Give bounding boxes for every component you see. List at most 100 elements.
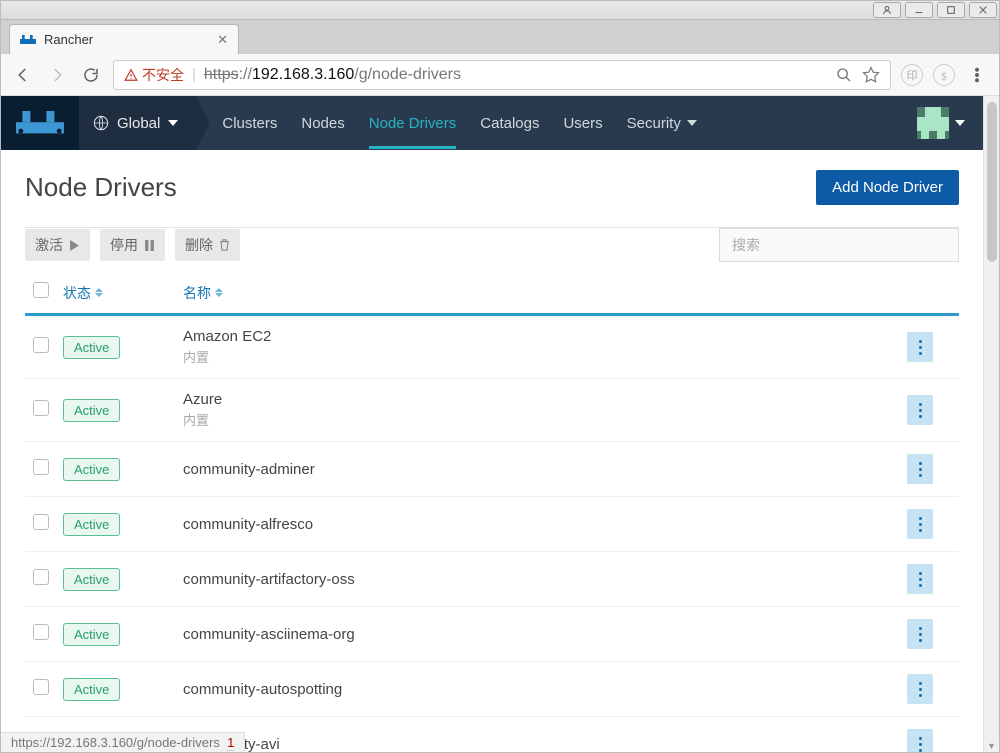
driver-name: community-avi — [183, 736, 907, 753]
driver-name: community-alfresco — [183, 516, 907, 533]
driver-name-cell: community-avi — [183, 736, 907, 753]
kebab-icon — [919, 462, 922, 477]
status-badge: Active — [63, 458, 120, 481]
back-button[interactable] — [11, 63, 35, 87]
table-row: Active community-autospotting — [25, 662, 959, 717]
deactivate-button[interactable]: 停用 — [100, 229, 165, 261]
extension-icon-1[interactable]: 印 — [901, 64, 923, 86]
browser-tab[interactable]: Rancher ✕ — [9, 24, 239, 54]
rancher-favicon-icon — [20, 32, 36, 48]
scope-label: Global — [117, 115, 160, 132]
row-actions-button[interactable] — [907, 509, 933, 539]
insecure-warning: 不安全 — [124, 65, 184, 85]
add-node-driver-button[interactable]: Add Node Driver — [816, 170, 959, 205]
row-actions-button[interactable] — [907, 454, 933, 484]
kebab-icon — [919, 737, 922, 752]
user-menu[interactable] — [917, 107, 983, 139]
select-all-checkbox[interactable] — [33, 282, 49, 298]
driver-name: community-adminer — [183, 461, 907, 478]
table-row: Active Amazon EC2 内置 — [25, 316, 959, 379]
driver-name: community-autospotting — [183, 681, 907, 698]
table-row: Active Azure 内置 — [25, 379, 959, 442]
reload-button[interactable] — [79, 63, 103, 87]
browser-tab-strip: Rancher ✕ — [1, 20, 999, 54]
status-badge: Active — [63, 399, 120, 422]
search-input[interactable] — [719, 228, 959, 262]
table-row: Active community-alfresco — [25, 497, 959, 552]
os-maximize-button[interactable] — [937, 2, 965, 18]
os-titlebar — [1, 1, 999, 20]
builtin-label: 内置 — [183, 410, 907, 429]
nav-node-drivers[interactable]: Node Drivers — [369, 98, 457, 149]
row-checkbox[interactable] — [33, 514, 49, 530]
status-badge: Active — [63, 678, 120, 701]
column-status[interactable]: 状态 — [63, 283, 183, 303]
sort-icon — [215, 288, 223, 297]
status-badge: 1 — [227, 735, 234, 751]
nav-nodes[interactable]: Nodes — [301, 98, 344, 149]
row-actions-button[interactable] — [907, 332, 933, 362]
row-checkbox[interactable] — [33, 400, 49, 416]
table-header: 状态 名称 — [25, 268, 959, 316]
trash-icon — [219, 239, 230, 251]
rancher-header: Global Clusters Nodes Node Drivers Catal… — [1, 96, 983, 150]
row-actions-button[interactable] — [907, 729, 933, 752]
driver-name-cell: Azure 内置 — [183, 391, 907, 429]
row-actions-button[interactable] — [907, 619, 933, 649]
forward-button[interactable] — [45, 63, 69, 87]
scroll-down-arrow[interactable]: ▼ — [984, 740, 999, 752]
bookmark-star-icon[interactable] — [862, 66, 880, 84]
delete-button[interactable]: 删除 — [175, 229, 240, 261]
os-close-button[interactable] — [969, 2, 997, 18]
scrollbar-thumb[interactable] — [987, 102, 997, 262]
os-minimize-button[interactable] — [905, 2, 933, 18]
chevron-down-icon — [687, 120, 697, 126]
chevron-down-icon — [955, 120, 965, 126]
driver-name: community-artifactory-oss — [183, 571, 907, 588]
table-row: Active community-asciinema-org — [25, 607, 959, 662]
driver-name-cell: community-asciinema-org — [183, 626, 907, 643]
sort-icon — [95, 288, 103, 297]
zoom-icon[interactable] — [836, 67, 852, 83]
nav-users[interactable]: Users — [563, 98, 602, 149]
driver-name: community-asciinema-org — [183, 626, 907, 643]
builtin-label: 内置 — [183, 347, 907, 366]
rancher-logo-icon[interactable] — [1, 96, 79, 150]
row-actions-button[interactable] — [907, 674, 933, 704]
tab-close-icon[interactable]: ✕ — [217, 32, 228, 48]
kebab-icon — [919, 627, 922, 642]
page-title: Node Drivers — [25, 172, 177, 203]
page-viewport: Global Clusters Nodes Node Drivers Catal… — [1, 96, 983, 752]
address-bar[interactable]: 不安全 | https://192.168.3.160/g/node-drive… — [113, 60, 891, 90]
browser-status-bar: https://192.168.3.160/g/node-drivers 1 — [1, 732, 245, 752]
pause-icon — [144, 240, 155, 251]
row-checkbox[interactable] — [33, 679, 49, 695]
row-actions-button[interactable] — [907, 564, 933, 594]
row-checkbox[interactable] — [33, 459, 49, 475]
nav-security[interactable]: Security — [627, 98, 697, 149]
kebab-icon — [919, 572, 922, 587]
nav-catalogs[interactable]: Catalogs — [480, 98, 539, 149]
nav-clusters[interactable]: Clusters — [222, 98, 277, 149]
status-badge: Active — [63, 336, 120, 359]
row-checkbox[interactable] — [33, 569, 49, 585]
kebab-icon — [919, 517, 922, 532]
column-name[interactable]: 名称 — [183, 283, 907, 303]
browser-menu-button[interactable] — [965, 63, 989, 87]
row-checkbox[interactable] — [33, 624, 49, 640]
activate-button[interactable]: 激活 — [25, 229, 90, 261]
chevron-down-icon — [168, 120, 178, 126]
row-checkbox[interactable] — [33, 337, 49, 353]
status-badge: Active — [63, 513, 120, 536]
scope-selector[interactable]: Global — [79, 96, 196, 150]
extension-icon-2[interactable]: ﹩ — [933, 64, 955, 86]
driver-name-cell: community-autospotting — [183, 681, 907, 698]
play-icon — [69, 240, 80, 251]
globe-icon — [93, 115, 109, 131]
row-actions-button[interactable] — [907, 395, 933, 425]
table-row: Active community-adminer — [25, 442, 959, 497]
status-badge: Active — [63, 623, 120, 646]
vertical-scrollbar[interactable]: ▼ — [983, 96, 999, 752]
os-user-button[interactable] — [873, 2, 901, 18]
kebab-icon — [919, 682, 922, 697]
